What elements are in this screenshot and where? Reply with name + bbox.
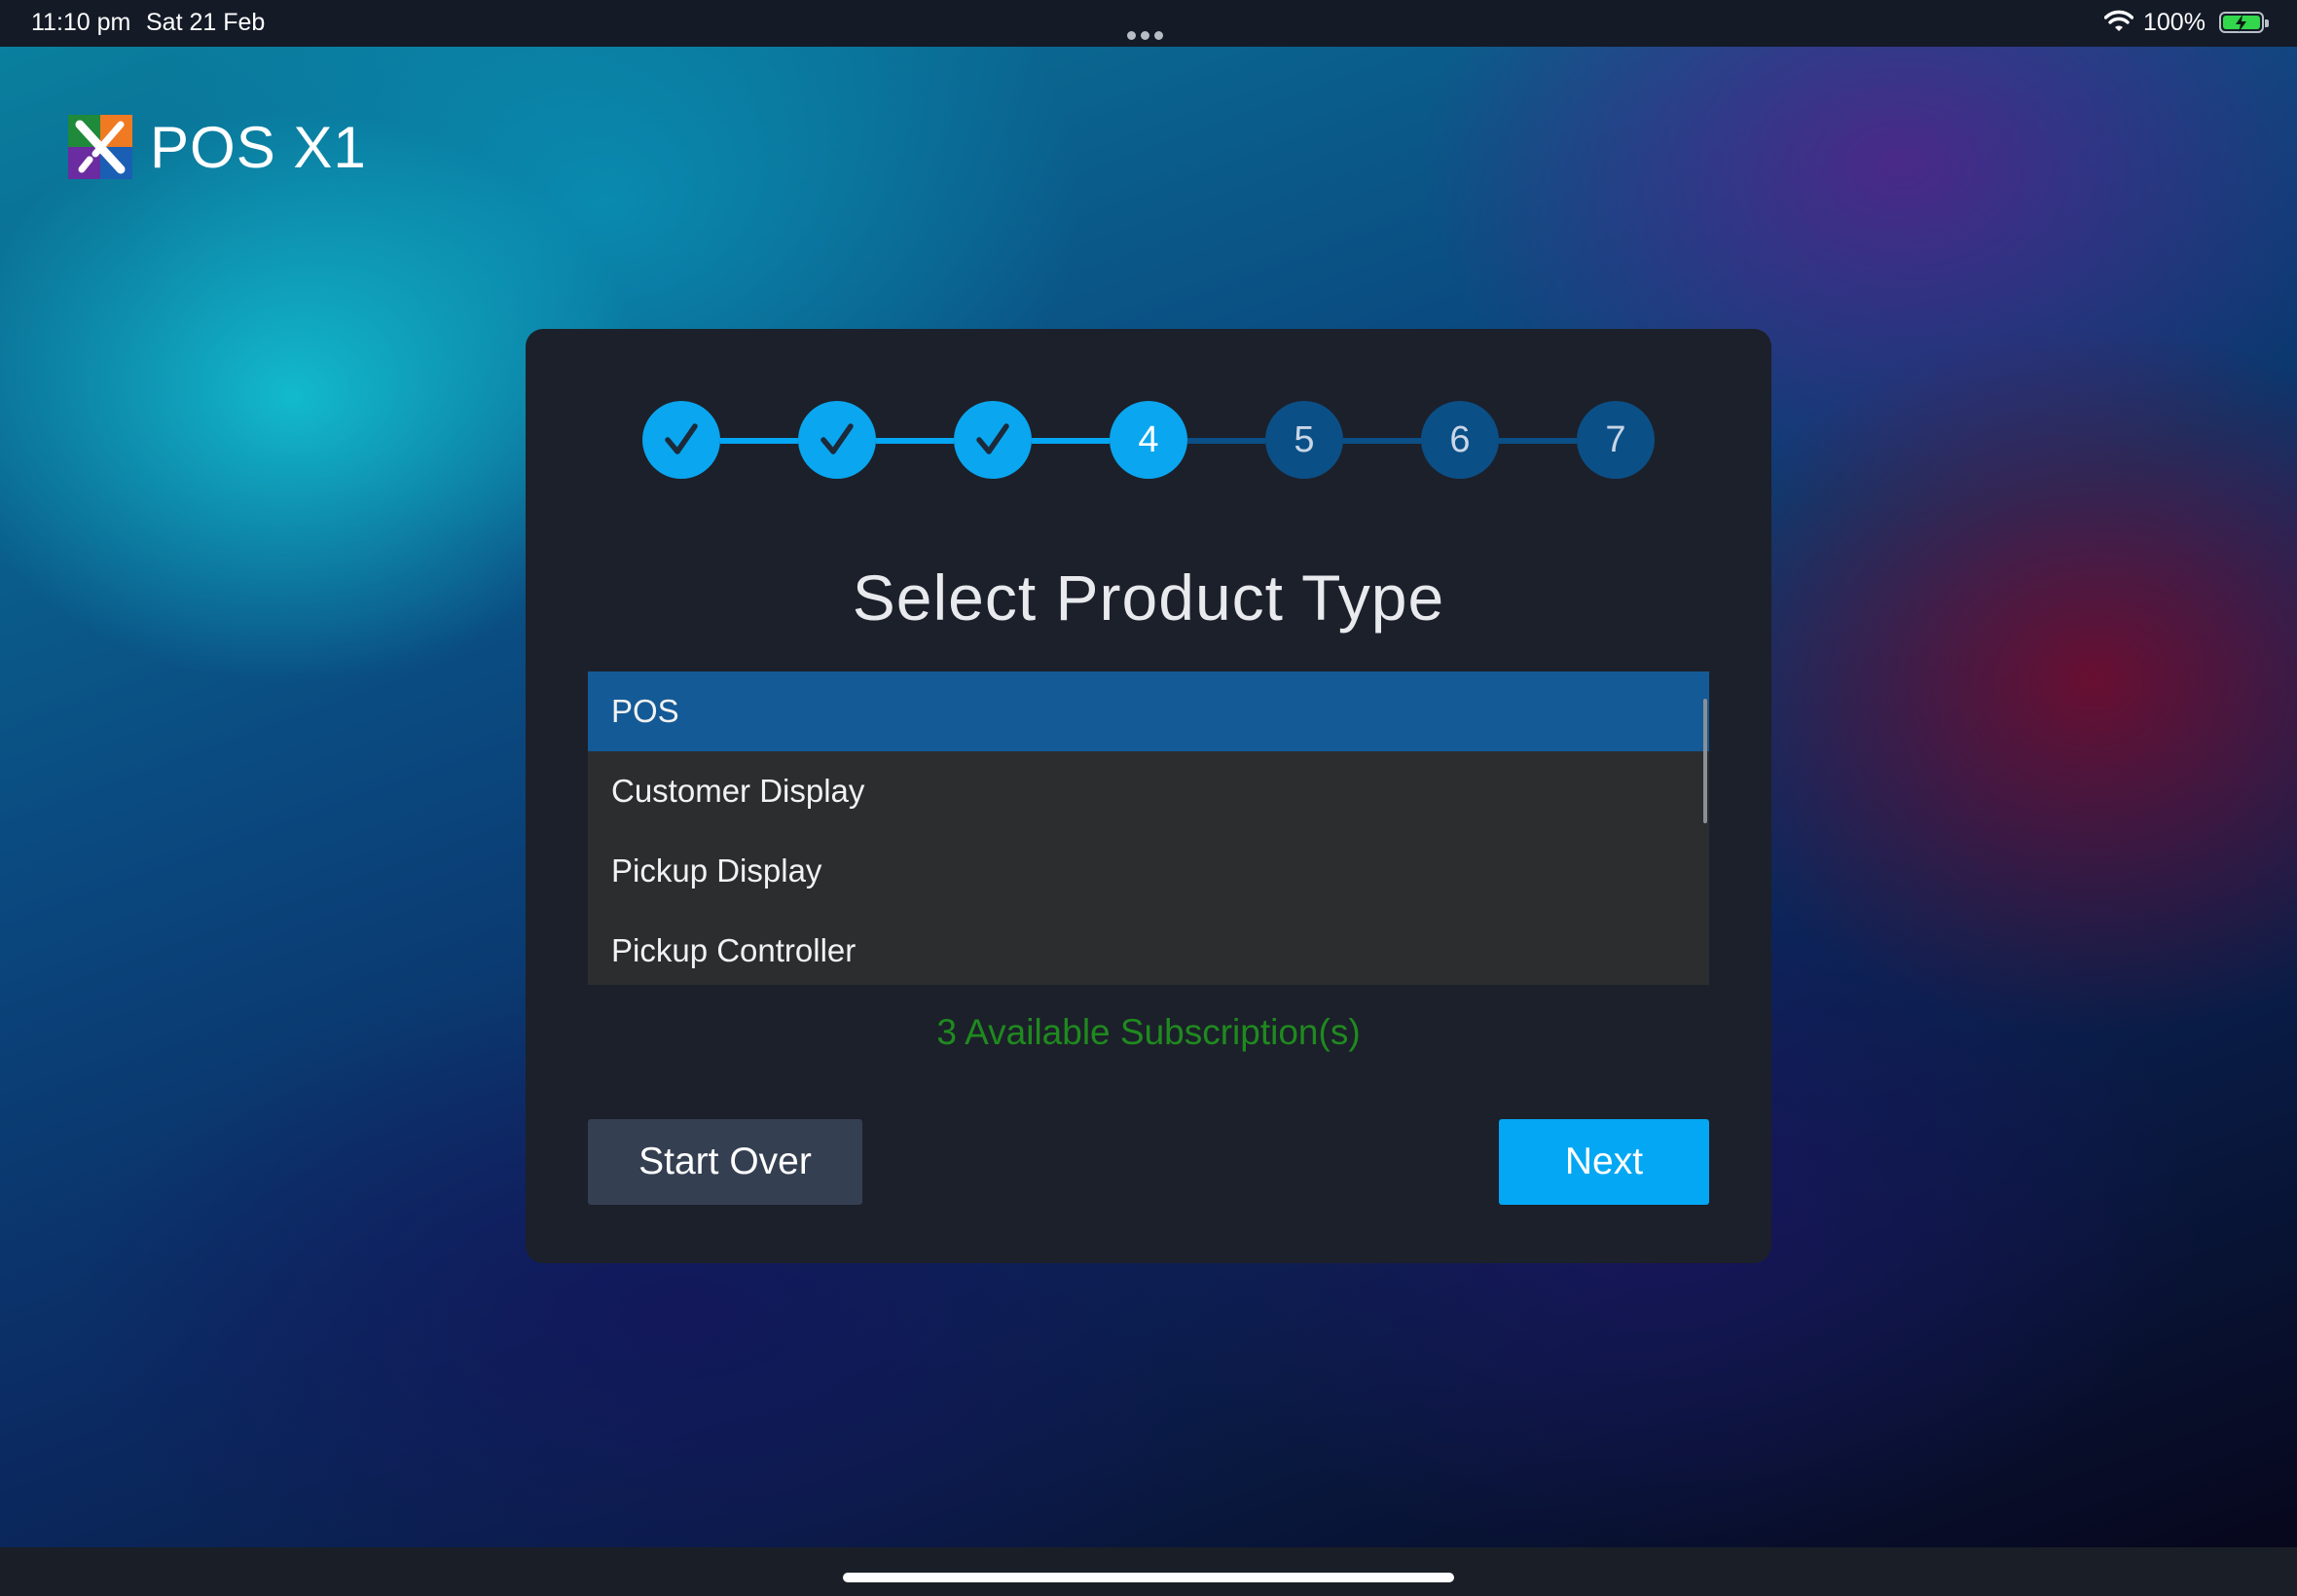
step-6-number: 6 (1421, 401, 1499, 479)
setup-wizard-card: 4567 Select Product Type POS Customer Dis… (526, 329, 1771, 1263)
battery-percentage: 100% (2143, 9, 2206, 36)
product-type-item[interactable]: POS (588, 671, 1709, 751)
step-connector (876, 438, 954, 444)
step-connector (1343, 438, 1421, 444)
step-2-checkmark-icon (798, 401, 876, 479)
available-subscriptions-text: 3 Available Subscription(s) (936, 1012, 1361, 1052)
wifi-icon (2104, 10, 2133, 31)
next-button[interactable]: Next (1499, 1119, 1709, 1205)
product-type-item[interactable]: Pickup Display (588, 831, 1709, 911)
page-title: Select Product Type (852, 562, 1445, 634)
pos-x1-logo-icon (68, 115, 132, 179)
home-indicator[interactable] (843, 1573, 1454, 1582)
wizard-stepper: 4567 (642, 401, 1655, 479)
step-connector (1187, 438, 1265, 444)
status-bar: 11:10 pm Sat 21 Feb 100% (0, 0, 2297, 47)
step-5-number: 5 (1265, 401, 1343, 479)
step-connector (1499, 438, 1577, 444)
list-scrollbar[interactable] (1703, 699, 1707, 823)
product-type-item[interactable]: Customer Display (588, 751, 1709, 831)
step-3-checkmark-icon (954, 401, 1032, 479)
start-over-button[interactable]: Start Over (588, 1119, 862, 1205)
step-4-number: 4 (1110, 401, 1187, 479)
battery-charging-icon (2219, 12, 2269, 33)
brand-title: POS X1 (150, 114, 367, 180)
step-1-checkmark-icon (642, 401, 720, 479)
step-connector (1032, 438, 1110, 444)
product-type-list[interactable]: POS Customer Display Pickup Display Pickup … (588, 671, 1709, 985)
status-date: Sat 21 Feb (146, 9, 266, 36)
brand-header: POS X1 (68, 114, 367, 180)
step-7-number: 7 (1577, 401, 1655, 479)
home-indicator-area (0, 1547, 2297, 1596)
product-type-item[interactable]: Pickup Controller (588, 911, 1709, 985)
step-connector (720, 438, 798, 444)
status-time: 11:10 pm (31, 9, 131, 36)
multitasking-dots-icon[interactable] (1127, 18, 1170, 40)
